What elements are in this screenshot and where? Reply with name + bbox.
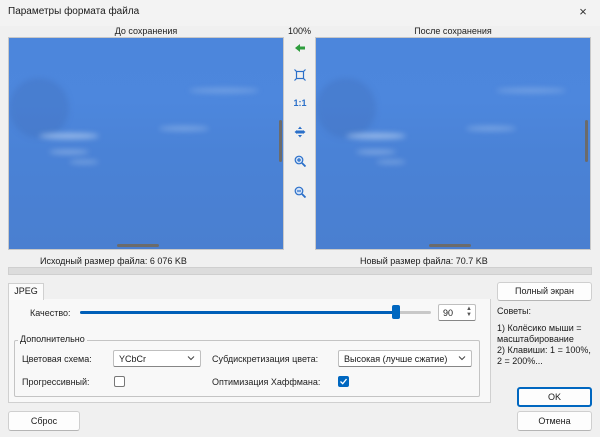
back-arrow-icon xyxy=(295,44,305,52)
tips-text: 1) Колёсико мыши = масштабирование 2) Кл… xyxy=(497,323,597,367)
quality-slider-fill xyxy=(80,311,396,314)
huffman-checkbox[interactable] xyxy=(338,376,349,387)
quality-slider-thumb[interactable] xyxy=(391,305,400,319)
quality-label: Качество: xyxy=(30,308,71,318)
zoom-level: 100% xyxy=(288,26,312,36)
quality-value: 90 xyxy=(443,308,454,318)
reset-button[interactable]: Сброс xyxy=(8,411,80,431)
after-vertical-scrollbar[interactable] xyxy=(585,120,588,162)
tip-line-1: 1) Колёсико мыши = масштабирование xyxy=(497,323,582,344)
progressive-checkbox[interactable] xyxy=(114,376,125,387)
ok-button[interactable]: OK xyxy=(517,387,592,407)
color-scheme-label: Цветовая схема: xyxy=(22,354,92,364)
advanced-group-title: Дополнительно xyxy=(18,334,87,344)
close-button[interactable]: × xyxy=(572,2,594,22)
subsampling-value: Высокая (лучше сжатие) xyxy=(344,354,448,364)
zoom-in-icon xyxy=(294,155,306,167)
progressive-label: Прогрессивный: xyxy=(22,377,90,387)
zoom-out-icon xyxy=(294,186,306,198)
tab-jpeg[interactable]: JPEG xyxy=(8,283,44,300)
actual-size-button[interactable]: 1:1 xyxy=(290,94,310,112)
fit-window-button[interactable] xyxy=(290,66,310,84)
spin-arrows-icon[interactable]: ▲ ▼ xyxy=(465,306,473,319)
subsampling-select[interactable]: Высокая (лучше сжатие) xyxy=(338,350,472,367)
back-button[interactable] xyxy=(290,39,310,57)
after-pane-label: После сохранения xyxy=(414,26,492,36)
close-icon: × xyxy=(579,4,587,19)
zoom-out-button[interactable] xyxy=(290,183,310,201)
before-pane-label: До сохранения xyxy=(114,26,178,36)
fit-window-icon xyxy=(294,69,306,81)
fullscreen-button[interactable]: Полный экран xyxy=(497,282,592,301)
zoom-in-button[interactable] xyxy=(290,152,310,170)
color-scheme-value: YCbCr xyxy=(119,354,147,364)
after-preview[interactable] xyxy=(315,37,591,250)
tips-title: Советы: xyxy=(497,306,531,316)
after-horizontal-scrollbar[interactable] xyxy=(429,244,471,247)
tip-line-2: 2) Клавиши: 1 = 100%, 2 = 200%... xyxy=(497,345,591,366)
before-preview[interactable] xyxy=(8,37,284,250)
progress-bar xyxy=(8,267,592,275)
pan-button[interactable] xyxy=(290,123,310,141)
quality-spinbox[interactable]: 90 ▲ ▼ xyxy=(438,304,476,321)
new-file-size: Новый размер файла: 70.7 KB xyxy=(360,256,488,266)
before-horizontal-scrollbar[interactable] xyxy=(117,244,159,247)
subsampling-label: Субдискретизация цвета: xyxy=(212,354,319,364)
cancel-button[interactable]: Отмена xyxy=(517,411,592,431)
chevron-down-icon xyxy=(458,356,466,361)
actual-size-icon: 1:1 xyxy=(293,98,307,108)
checkmark-icon xyxy=(340,378,348,385)
huffman-label: Оптимизация Хаффмана: xyxy=(212,377,321,387)
window-title: Параметры формата файла xyxy=(8,6,140,17)
color-scheme-select[interactable]: YCbCr xyxy=(113,350,201,367)
pan-icon xyxy=(294,126,306,138)
advanced-group xyxy=(14,340,480,397)
before-vertical-scrollbar[interactable] xyxy=(279,120,282,162)
original-file-size: Исходный размер файла: 6 076 KB xyxy=(40,256,187,266)
chevron-down-icon xyxy=(187,356,195,361)
